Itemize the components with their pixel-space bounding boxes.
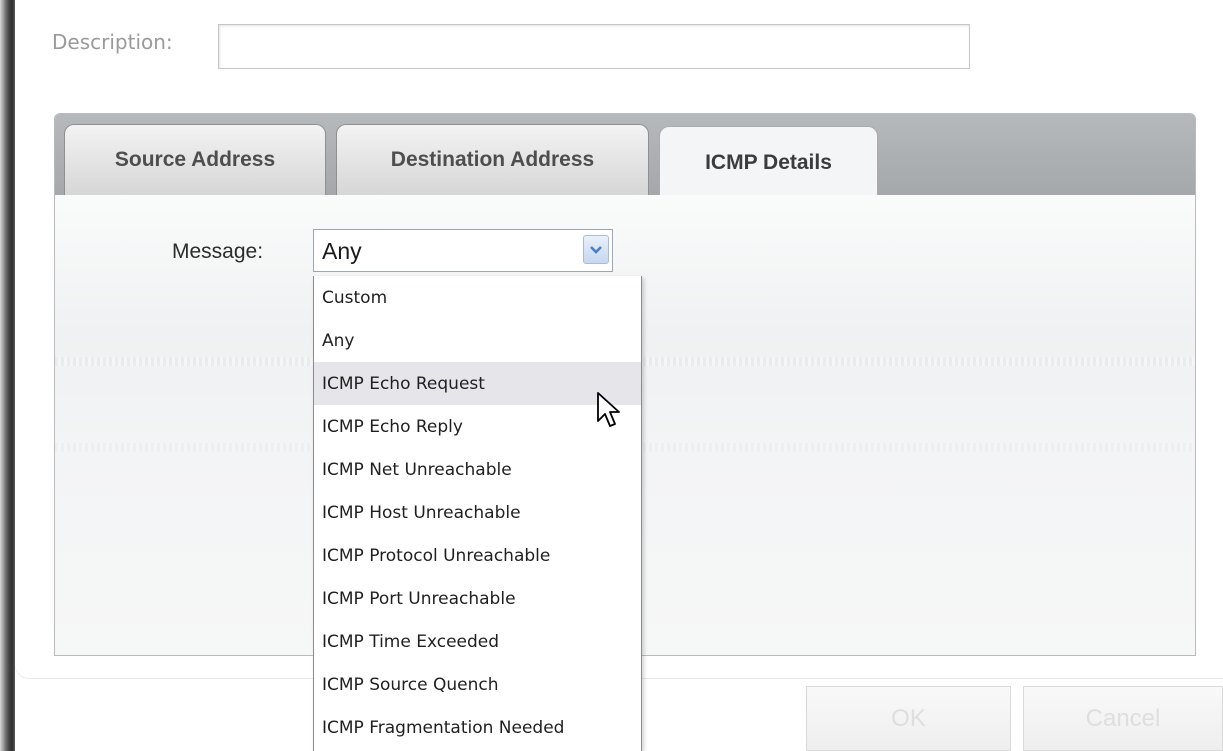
chevron-down-icon <box>589 240 603 259</box>
tab-source-address-label: Source Address <box>114 148 276 171</box>
cancel-button[interactable]: Cancel <box>1023 686 1223 751</box>
dropdown-button[interactable] <box>583 235 609 264</box>
message-select[interactable]: Any <box>313 229 613 272</box>
mouse-pointer-icon <box>596 391 622 435</box>
ok-button[interactable]: OK <box>806 686 1011 751</box>
dropdown-option[interactable]: ICMP Fragmentation Needed <box>314 706 641 749</box>
dropdown-option-hovered[interactable]: ICMP Echo Request <box>314 362 641 405</box>
cancel-button-label: Cancel <box>1085 704 1161 732</box>
ok-button-label: OK <box>891 704 926 732</box>
dropdown-option[interactable]: ICMP Time Exceeded <box>314 620 641 663</box>
dropdown-option[interactable]: ICMP Echo Reply <box>314 405 641 448</box>
tab-destination-address-label: Destination Address <box>390 148 595 171</box>
dropdown-option[interactable]: Custom <box>314 276 641 319</box>
tab-source-address[interactable]: Source Address <box>64 124 326 195</box>
dropdown-option[interactable]: ICMP Source Quench <box>314 663 641 706</box>
tab-icmp-details-label: ICMP Details <box>705 150 832 174</box>
description-label: Description: <box>52 30 173 54</box>
description-input[interactable] <box>218 24 970 69</box>
window-edge <box>0 0 15 751</box>
message-dropdown-list: Custom Any ICMP Echo Request ICMP Echo R… <box>313 276 642 751</box>
tab-icmp-details[interactable]: ICMP Details <box>659 126 878 198</box>
dropdown-option[interactable]: ICMP Protocol Unreachable <box>314 534 641 577</box>
dropdown-option[interactable]: ICMP Net Unreachable <box>314 448 641 491</box>
dropdown-option[interactable]: ICMP Port Unreachable <box>314 577 641 620</box>
message-select-value: Any <box>322 238 362 264</box>
dropdown-option[interactable]: Any <box>314 319 641 362</box>
tab-destination-address[interactable]: Destination Address <box>336 124 649 195</box>
message-label: Message: <box>172 240 264 263</box>
dropdown-option[interactable]: ICMP Host Unreachable <box>314 491 641 534</box>
